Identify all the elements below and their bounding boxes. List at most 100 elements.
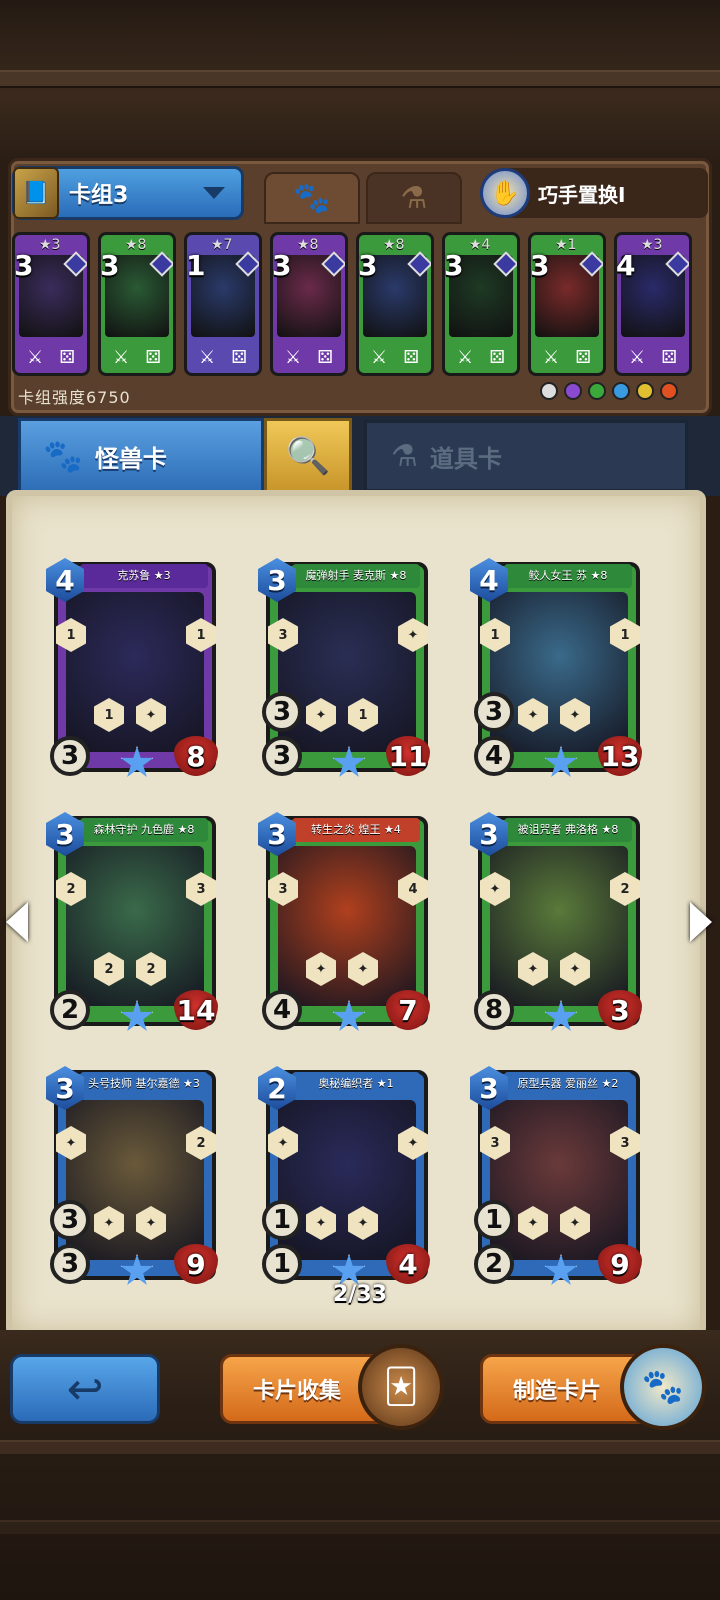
card-cost: 3 — [530, 249, 550, 282]
card-star-level: ★8 — [125, 237, 147, 253]
back-button[interactable]: ↩ — [10, 1354, 160, 1424]
tab-monster-deck[interactable]: 🐾 — [264, 172, 360, 224]
dice-icon: ⚄ — [231, 346, 247, 368]
card-health: 11 — [386, 736, 430, 776]
card-art — [66, 592, 204, 752]
card-actions: ⚔ ⚄ — [19, 343, 83, 371]
card-star-level: ★1 — [555, 237, 577, 253]
card-shield: 3 — [50, 1200, 90, 1240]
faction-icon — [588, 382, 606, 400]
monster-card[interactable]: 头号技师 基尔嘉德 ★3 3 ✦ 2 ✦ ✦ 3 3 9 — [46, 1066, 224, 1294]
wood-plank — [0, 1440, 720, 1454]
card-star-level: ★3 — [39, 237, 61, 253]
monster-card[interactable]: 克苏鲁 ★3 4 1 1 1 ✦ 3 8 — [46, 558, 224, 786]
potion-icon: ⚗ — [391, 438, 418, 474]
back-arrow-icon: ↩ — [66, 1363, 104, 1415]
deck-name: 卡组3 — [69, 183, 129, 208]
craft-potion-icon[interactable]: 🐾 — [620, 1344, 706, 1430]
card-art — [490, 1100, 628, 1260]
prev-page-arrow-icon[interactable] — [6, 902, 28, 942]
next-page-arrow-icon[interactable] — [690, 902, 712, 942]
monster-card[interactable]: 原型兵器 爱丽丝 ★2 3 3 3 ✦ ✦ 1 2 9 — [470, 1066, 648, 1294]
page-counter: 2/33 — [333, 1282, 387, 1307]
card-attack: 4 — [262, 990, 302, 1030]
card-attack: 3 — [50, 736, 90, 776]
card-actions: ⚔ ⚄ — [363, 343, 427, 371]
swap-skill-button[interactable]: ✋ 巧手置换I — [480, 168, 708, 218]
faction-icon — [612, 382, 630, 400]
card-star-level: ★8 — [383, 237, 405, 253]
card-name: 原型兵器 爱丽丝 ★2 — [504, 1072, 632, 1096]
sword-icon: ⚔ — [113, 346, 130, 368]
monster-card[interactable]: 转生之炎 煌王 ★4 3 3 4 ✦ ✦ 4 7 — [258, 812, 436, 1040]
deck-card[interactable]: 3 ★1 ⚔ ⚄ — [528, 232, 606, 376]
card-name: 魔弹射手 麦克斯 ★8 — [292, 564, 420, 588]
chevron-down-icon — [203, 187, 225, 199]
card-art — [66, 1100, 204, 1260]
deck-card[interactable]: 3 ★8 ⚔ ⚄ — [98, 232, 176, 376]
card-cost: 3 — [100, 249, 120, 282]
card-cost: 3 — [14, 249, 34, 282]
card-star-level: ★3 — [641, 237, 663, 253]
tab-monster-label: 怪兽卡 — [94, 444, 167, 473]
faction-icon — [564, 382, 582, 400]
card-name: 被诅咒者 弗洛格 ★8 — [504, 818, 632, 842]
tab-item-deck[interactable]: ⚗ — [366, 172, 462, 224]
monster-card[interactable]: 森林守护 九色鹿 ★8 3 2 3 2 2 2 14 — [46, 812, 224, 1040]
card-shield: 1 — [474, 1200, 514, 1240]
card-name: 克苏鲁 ★3 — [80, 564, 208, 588]
card-actions: ⚔ ⚄ — [105, 343, 169, 371]
card-attack: 2 — [474, 1244, 514, 1284]
sword-icon: ⚔ — [629, 346, 646, 368]
dice-icon: ⚄ — [661, 346, 677, 368]
faction-icon — [660, 382, 678, 400]
deck-card[interactable]: 4 ★3 ⚔ ⚄ — [614, 232, 692, 376]
dice-icon: ⚄ — [317, 346, 333, 368]
tab-item-cards[interactable]: ⚗ 道具卡 — [364, 420, 688, 492]
card-health: 13 — [598, 736, 642, 776]
monster-card[interactable]: 魔弹射手 麦克斯 ★8 3 3 ✦ ✦ 1 3 3 11 — [258, 558, 436, 786]
deck-card[interactable]: 3 ★4 ⚔ ⚄ — [442, 232, 520, 376]
craft-card-label: 制造卡片 — [513, 1379, 602, 1404]
deck-power: 卡组强度6750 — [18, 388, 131, 407]
search-icon: 🔍 — [285, 436, 331, 477]
dice-icon: ⚄ — [575, 346, 591, 368]
card-attack: 1 — [262, 1244, 302, 1284]
faction-icon — [636, 382, 654, 400]
card-name: 奥秘编织者 ★1 — [292, 1072, 420, 1096]
swap-skill-icon: ✋ — [480, 168, 530, 218]
card-actions: ⚔ ⚄ — [277, 343, 341, 371]
card-actions: ⚔ ⚄ — [535, 343, 599, 371]
wood-plank — [0, 70, 720, 88]
deck-card-row: 3 ★3 ⚔ ⚄ 3 ★8 ⚔ ⚄ 1 ★7 ⚔ ⚄ 3 ★8 ⚔ ⚄ 3 ★8 ⚔ ⚄ 3 ★4 ⚔ ⚄ 3 ★1 ⚔ ⚄ 4 ★3 ⚔ ⚄ — [12, 232, 708, 382]
sword-icon: ⚔ — [457, 346, 474, 368]
sword-icon: ⚔ — [543, 346, 560, 368]
tab-monster-cards[interactable]: 🐾 怪兽卡 — [18, 418, 264, 494]
card-art — [278, 1100, 416, 1260]
card-name: 鲛人女王 苏 ★8 — [504, 564, 632, 588]
dice-icon: ⚄ — [489, 346, 505, 368]
monster-card[interactable]: 被诅咒者 弗洛格 ★8 3 ✦ 2 ✦ ✦ 8 3 — [470, 812, 648, 1040]
monster-card[interactable]: 奥秘编织者 ★1 2 ✦ ✦ ✦ ✦ 1 1 4 — [258, 1066, 436, 1294]
card-name: 转生之炎 煌王 ★4 — [292, 818, 420, 842]
card-attack: 3 — [50, 1244, 90, 1284]
card-collection-icon[interactable]: 🃏 — [358, 1344, 444, 1430]
deck-card[interactable]: 1 ★7 ⚔ ⚄ — [184, 232, 262, 376]
card-star-level: ★4 — [469, 237, 491, 253]
card-name: 森林守护 九色鹿 ★8 — [80, 818, 208, 842]
deck-card[interactable]: 3 ★3 ⚔ ⚄ — [12, 232, 90, 376]
card-name: 头号技师 基尔嘉德 ★3 — [80, 1072, 208, 1096]
faction-icon — [540, 382, 558, 400]
monster-card[interactable]: 鲛人女王 苏 ★8 4 1 1 ✦ ✦ 3 4 13 — [470, 558, 648, 786]
card-cost: 1 — [186, 249, 206, 282]
sword-icon: ⚔ — [285, 346, 302, 368]
deck-card[interactable]: 3 ★8 ⚔ ⚄ — [356, 232, 434, 376]
deck-selector-dropdown[interactable]: 📘 卡组3 — [12, 166, 244, 220]
card-actions: ⚔ ⚄ — [621, 343, 685, 371]
card-art — [278, 592, 416, 752]
deck-card[interactable]: 3 ★8 ⚔ ⚄ — [270, 232, 348, 376]
dice-icon: ⚄ — [403, 346, 419, 368]
search-button[interactable]: 🔍 — [264, 418, 352, 494]
card-star-level: ★7 — [211, 237, 233, 253]
card-collection-label: 卡片收集 — [253, 1379, 342, 1404]
